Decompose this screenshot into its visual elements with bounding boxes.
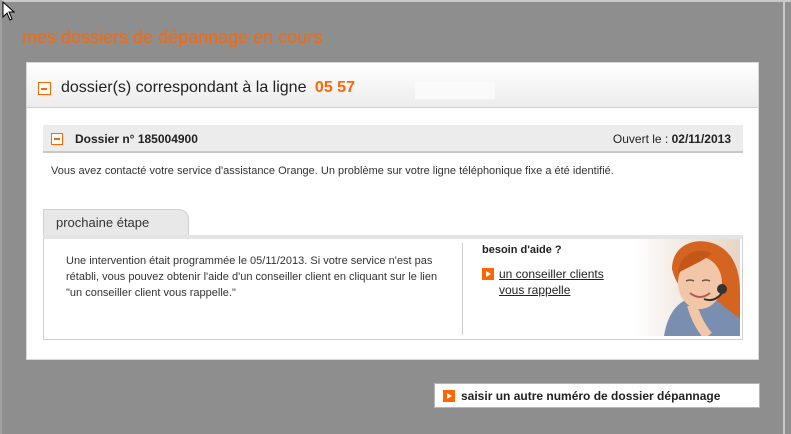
dossier-opened: Ouvert le : 02/11/2013 [613,132,731,146]
card-header: dossier(s) correspondant à la ligne 05 5… [27,63,758,108]
opened-label: Ouvert le : [612,132,669,146]
cursor-icon [2,1,16,21]
next-step-text: Une intervention était programmée le 05/… [66,255,438,299]
header-label: dossier(s) correspondant à la ligne [61,79,307,96]
window-frame-top [0,0,791,2]
other-dossier-label: saisir un autre numéro de dossier dépann… [461,389,721,403]
window-frame-left [0,0,2,434]
page-title: mes dossiers de dépannage en cours [22,27,323,47]
collapse-icon[interactable] [51,133,63,145]
dossier-description: Vous avez contacté votre service d'assis… [51,165,614,177]
advisor-photo [634,239,740,336]
dossier-number: Dossier n° 185004900 [75,132,198,146]
tab-label: prochaine étape [56,215,150,230]
arrow-right-icon [443,390,455,402]
masked-number [415,81,495,99]
divider [462,243,463,335]
line-number: 05 57 [314,79,355,96]
arrow-right-icon [482,268,494,280]
tab-next-step: prochaine étape [43,209,189,235]
dossier-card: dossier(s) correspondant à la ligne 05 5… [26,62,759,360]
other-dossier-button[interactable]: saisir un autre numéro de dossier dépann… [434,383,760,408]
advisor-illustration [664,241,740,336]
next-step-box: Une intervention était programmée le 05/… [43,235,743,340]
window-frame-right [783,0,785,434]
help-title: besoin d'aide ? [482,244,562,256]
header-title: dossier(s) correspondant à la ligne 05 5… [61,79,355,97]
callback-link[interactable]: un conseiller clients vous rappelle [499,266,629,298]
dossier-bar: Dossier n° 185004900 Ouvert le : 02/11/2… [43,125,743,153]
opened-date: 02/11/2013 [671,132,731,146]
collapse-icon[interactable] [38,82,51,95]
